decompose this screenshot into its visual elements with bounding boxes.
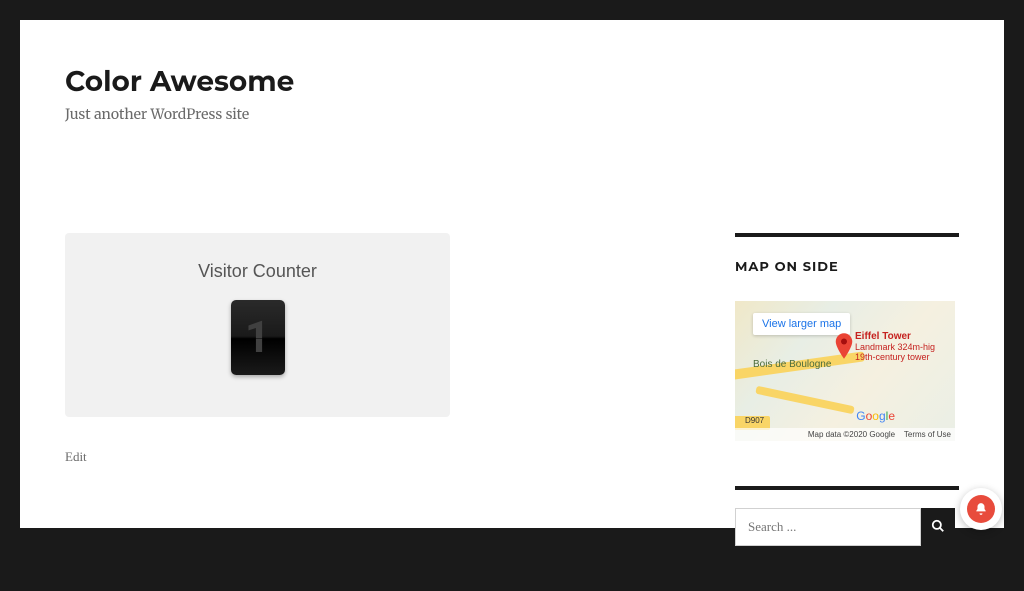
search-widget <box>735 486 959 546</box>
map-embed[interactable]: View larger map Eiffel Tower Landmark 32… <box>735 301 955 441</box>
page-wrapper: Color Awesome Just another WordPress sit… <box>20 20 1004 528</box>
map-widget: MAP ON SIDE View larger map Eiffel Tower… <box>735 233 959 441</box>
notification-bell-button[interactable] <box>960 488 1002 530</box>
edit-link[interactable]: Edit <box>65 449 450 465</box>
site-title[interactable]: Color Awesome <box>65 65 959 99</box>
search-form <box>735 508 955 546</box>
map-terms-link[interactable]: Terms of Use <box>904 430 951 439</box>
search-button[interactable] <box>921 508 955 546</box>
search-icon <box>931 519 945 536</box>
main-content: Visitor Counter 1 Edit <box>65 233 450 591</box>
visitor-counter-digit: 1 <box>231 300 285 375</box>
map-widget-title: MAP ON SIDE <box>735 259 959 275</box>
map-data-text: Map data ©2020 Google <box>808 430 895 439</box>
map-marker-title: Eiffel Tower <box>855 331 911 342</box>
widget-divider <box>735 486 959 490</box>
content-area: Visitor Counter 1 Edit MAP ON SIDE View … <box>65 233 959 591</box>
widget-divider <box>735 233 959 237</box>
map-marker-subtitle: Landmark 324m-hig 19th-century tower <box>855 343 955 363</box>
site-header: Color Awesome Just another WordPress sit… <box>65 65 959 123</box>
visitor-counter-widget: Visitor Counter 1 <box>65 233 450 417</box>
view-larger-map-link[interactable]: View larger map <box>753 313 850 335</box>
sidebar: MAP ON SIDE View larger map Eiffel Tower… <box>735 233 959 591</box>
map-attribution: Map data ©2020 Google Terms of Use <box>735 428 955 441</box>
map-marker-icon[interactable] <box>835 333 853 351</box>
google-logo: Google <box>856 409 895 423</box>
site-description: Just another WordPress site <box>65 105 959 123</box>
search-input[interactable] <box>735 508 921 546</box>
map-place-label: Bois de Boulogne <box>753 359 831 370</box>
map-road-label: D907 <box>743 416 766 425</box>
visitor-counter-title: Visitor Counter <box>85 261 430 282</box>
bell-icon <box>967 495 995 523</box>
